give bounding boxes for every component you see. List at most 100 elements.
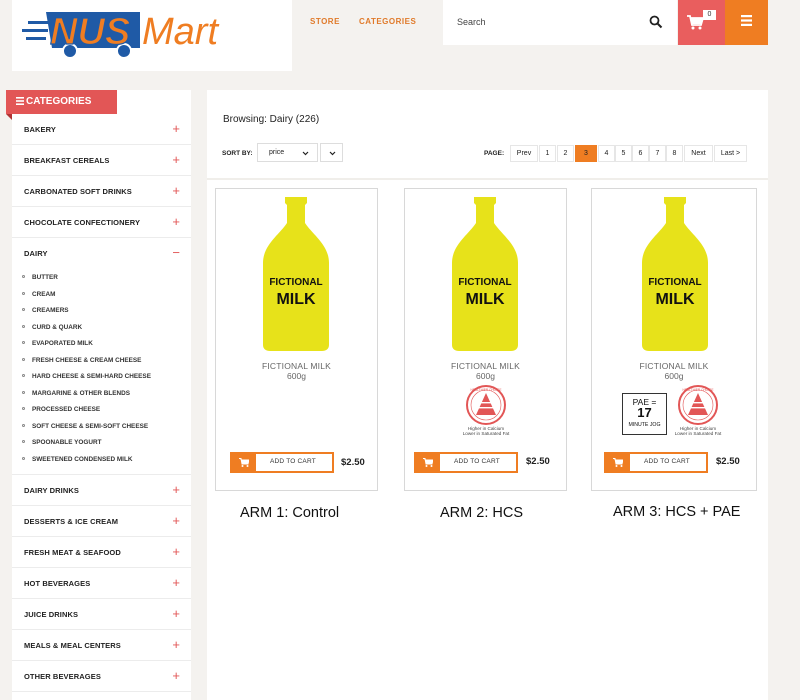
bottle-label-line1: FICTIONAL: [458, 277, 511, 288]
milk-bottle-image[interactable]: FICTIONAL MILK: [642, 197, 708, 351]
search-input[interactable]: [457, 14, 637, 30]
expand-icon[interactable]: +: [172, 152, 180, 167]
page-8[interactable]: 8: [666, 145, 683, 162]
category-fresh-meat-seafood[interactable]: FRESH MEAT & SEAFOOD +: [12, 539, 191, 568]
category-label: HOT BEVERAGES: [24, 579, 91, 588]
categories-header: CATEGORIES: [6, 90, 117, 120]
product-price: $2.50: [341, 457, 365, 468]
arm-caption: ARM 3: HCS + PAE: [613, 504, 741, 520]
milk-bottle-image[interactable]: FICTIONAL MILK: [452, 197, 518, 351]
category-label: DAIRY DRINKS: [24, 486, 79, 495]
page-2[interactable]: 2: [557, 145, 574, 162]
expand-icon[interactable]: +: [172, 637, 180, 652]
arm-caption: ARM 2: HCS: [440, 505, 523, 521]
subcategory-fresh-cheese[interactable]: FRESH CHEESE & CREAM CHEESE: [22, 357, 141, 364]
bottle-label-line2: MILK: [655, 291, 695, 308]
logo-container[interactable]: NUS Mart: [12, 0, 292, 71]
product-card[interactable]: FICTIONAL MILK FICTIONAL MILK 600g ADD T…: [215, 188, 378, 491]
subcategory-soft-cheese[interactable]: SOFT CHEESE & SEMI-SOFT CHEESE: [22, 423, 148, 430]
subcategory-creamers[interactable]: CREAMERS: [22, 307, 69, 314]
category-bakery[interactable]: BAKERY +: [12, 116, 191, 145]
divider: [12, 474, 191, 475]
bullet-icon: [22, 358, 25, 361]
cart-icon-box: [416, 454, 440, 471]
category-label: BAKERY: [24, 125, 56, 134]
page-7[interactable]: 7: [649, 145, 666, 162]
ribbon-fold: [6, 114, 12, 120]
product-card[interactable]: FICTIONAL MILK FICTIONAL MILK 600g HEALT…: [404, 188, 567, 491]
add-to-cart-button[interactable]: ADD TO CART: [230, 452, 334, 473]
expand-icon[interactable]: +: [172, 513, 180, 528]
category-juice-drinks[interactable]: JUICE DRINKS +: [12, 601, 191, 630]
product-price: $2.50: [526, 456, 550, 467]
cart-button[interactable]: [678, 0, 725, 45]
category-chocolate-confectionery[interactable]: CHOCOLATE CONFECTIONERY +: [12, 209, 191, 238]
expand-icon[interactable]: +: [172, 482, 180, 497]
bottle-label-line2: MILK: [276, 291, 316, 308]
milk-bottle-image[interactable]: FICTIONAL MILK: [263, 197, 329, 351]
category-desserts-ice-cream[interactable]: DESSERTS & ICE CREAM +: [12, 508, 191, 537]
add-to-cart-label: ADD TO CART: [644, 458, 690, 465]
bullet-icon: [22, 325, 25, 328]
hcs-ring-text: HEALTHIER CHOICE: [471, 388, 502, 392]
category-hot-beverages[interactable]: HOT BEVERAGES +: [12, 570, 191, 599]
bullet-icon: [22, 440, 25, 443]
nav-store[interactable]: STORE: [310, 17, 340, 26]
page-1[interactable]: 1: [539, 145, 556, 162]
subcategory-evaporated-milk[interactable]: EVAPORATED MILK: [22, 340, 93, 347]
expand-icon[interactable]: +: [172, 544, 180, 559]
hcs-claim-line2: Lower in Saturated Fat: [462, 431, 510, 436]
product-size: 600g: [664, 371, 684, 381]
category-breakfast-cereals[interactable]: BREAKFAST CEREALS +: [12, 147, 191, 176]
browsing-heading: Browsing: Dairy (226): [223, 114, 320, 125]
category-dairy[interactable]: DAIRY −: [12, 240, 191, 269]
subcategory-curd-quark[interactable]: CURD & QUARK: [22, 324, 82, 331]
product-card[interactable]: FICTIONAL MILK FICTIONAL MILK 600g PAE =…: [591, 188, 757, 491]
page-next[interactable]: Next: [684, 145, 713, 162]
product-size: 600g: [476, 371, 495, 381]
collapse-icon[interactable]: −: [172, 245, 180, 260]
expand-icon[interactable]: +: [172, 668, 180, 683]
category-label: DESSERTS & ICE CREAM: [24, 517, 119, 526]
page-5[interactable]: 5: [615, 145, 632, 162]
category-dairy-drinks[interactable]: DAIRY DRINKS +: [12, 477, 191, 506]
subcategory-margarine[interactable]: MARGARINE & OTHER BLENDS: [22, 390, 130, 397]
sort-direction-select[interactable]: [320, 143, 343, 162]
nus-mart-logo[interactable]: NUS Mart: [12, 0, 292, 71]
hcs-claim-line2: Lower in Saturated Fat: [674, 431, 722, 436]
expand-icon[interactable]: +: [172, 183, 180, 198]
product-name[interactable]: FICTIONAL MILK: [592, 361, 756, 371]
page-prev[interactable]: Prev: [510, 145, 538, 162]
menu-button[interactable]: [725, 0, 768, 45]
bottle-label-line1: FICTIONAL: [269, 277, 322, 288]
category-carbonated-soft-drinks[interactable]: CARBONATED SOFT DRINKS +: [12, 178, 191, 207]
expand-icon[interactable]: +: [172, 606, 180, 621]
subcategory-spoonable-yogurt[interactable]: SPOONABLE YOGURT: [22, 439, 101, 446]
subcategory-processed-cheese[interactable]: PROCESSED CHEESE: [22, 406, 100, 413]
subcategory-butter[interactable]: BUTTER: [22, 274, 58, 281]
bullet-icon: [22, 275, 25, 278]
sort-select[interactable]: price: [257, 143, 318, 162]
page-3-current[interactable]: 3: [575, 145, 597, 162]
product-name[interactable]: FICTIONAL MILK: [405, 361, 566, 371]
category-meals-meal-centers[interactable]: MEALS & MEAL CENTERS +: [12, 632, 191, 661]
page-6[interactable]: 6: [632, 145, 649, 162]
subcategory-hard-cheese[interactable]: HARD CHEESE & SEMI-HARD CHEESE: [22, 373, 151, 380]
add-to-cart-button[interactable]: ADD TO CART: [414, 452, 518, 473]
subcategory-sweetened-condensed-milk[interactable]: SWEETENED CONDENSED MILK: [22, 456, 132, 463]
expand-icon[interactable]: +: [172, 121, 180, 136]
page-last[interactable]: Last >: [714, 145, 747, 162]
search-icon[interactable]: [649, 15, 663, 29]
bullet-icon: [22, 391, 25, 394]
add-to-cart-button[interactable]: ADD TO CART: [604, 452, 708, 473]
nav-categories[interactable]: CATEGORIES: [359, 17, 416, 26]
bullet-icon: [22, 457, 25, 460]
expand-icon[interactable]: +: [172, 575, 180, 590]
category-other-beverages[interactable]: OTHER BEVERAGES +: [12, 663, 191, 692]
product-name[interactable]: FICTIONAL MILK: [216, 361, 377, 371]
subcategory-cream[interactable]: CREAM: [22, 291, 55, 298]
add-to-cart-label: ADD TO CART: [270, 458, 316, 465]
page-4[interactable]: 4: [598, 145, 615, 162]
chevron-down-icon: [302, 151, 309, 156]
expand-icon[interactable]: +: [172, 214, 180, 229]
